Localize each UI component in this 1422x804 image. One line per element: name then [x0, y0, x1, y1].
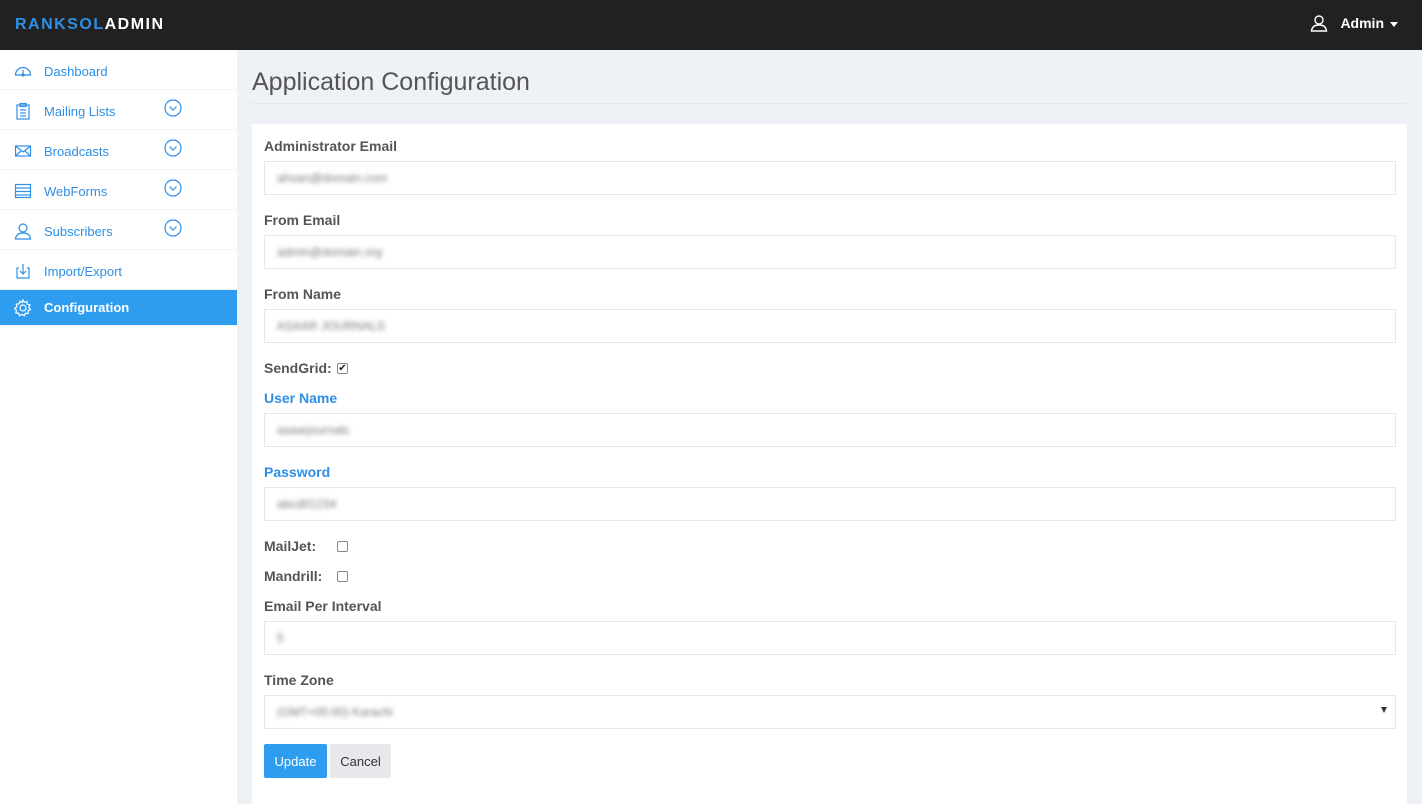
from-name-input[interactable]: ASAAR JOURNALS — [264, 309, 1396, 343]
sidebar-item-broadcasts[interactable]: Broadcasts — [0, 130, 237, 170]
admin-email-value: ahsan@domain.com — [277, 171, 388, 185]
sidebar-item-configuration[interactable]: Configuration — [0, 290, 237, 326]
time-zone-select[interactable]: (GMT+05:00) Karachi — [264, 695, 1396, 729]
time-zone-label: Time Zone — [264, 672, 334, 688]
sidebar-item-label: Broadcasts — [44, 144, 110, 159]
gear-icon — [14, 299, 32, 317]
select-arrow-icon — [1381, 707, 1387, 713]
mandrill-row: Mandrill: — [264, 568, 322, 584]
brand-part1: RANKSOL — [15, 16, 105, 33]
sidebar-item-dashboard[interactable]: Dashboard — [0, 50, 237, 90]
sidebar: Dashboard Mailing Lists Broadcasts WebFo… — [0, 50, 237, 804]
time-zone-value: (GMT+05:00) Karachi — [277, 705, 393, 719]
from-email-value: admin@domain.org — [277, 245, 382, 259]
from-name-label: From Name — [264, 286, 342, 302]
update-button[interactable]: Update — [264, 744, 327, 778]
form-icon — [14, 183, 32, 199]
cancel-button[interactable]: Cancel — [330, 744, 391, 778]
mailjet-row: MailJet: — [264, 538, 316, 554]
from-email-label: From Email — [264, 212, 341, 228]
title-divider — [252, 103, 1407, 104]
page-title: Application Configuration — [252, 68, 530, 96]
password-label: Password — [264, 464, 331, 480]
chevron-down-icon[interactable] — [164, 219, 182, 237]
user-icon — [14, 223, 32, 240]
admin-email-label: Administrator Email — [264, 138, 398, 154]
sidebar-item-label: Dashboard — [44, 64, 108, 79]
user-menu-toggle[interactable]: Admin — [1310, 14, 1398, 32]
sidebar-item-import-export[interactable]: Import/Export — [0, 250, 237, 290]
chevron-down-icon[interactable] — [164, 139, 182, 157]
chevron-down-icon[interactable] — [164, 179, 182, 197]
configuration-form-panel: Administrator Email ahsan@domain.com Fro… — [252, 124, 1407, 804]
chevron-down-icon[interactable] — [164, 99, 182, 117]
sidebar-item-label: Mailing Lists — [44, 104, 116, 119]
email-per-interval-label: Email Per Interval — [264, 598, 382, 614]
sendgrid-row: SendGrid: — [264, 360, 332, 376]
sidebar-item-label: Configuration — [44, 300, 130, 315]
password-value: abcd01234 — [277, 497, 337, 511]
user-name: Admin — [1340, 15, 1384, 31]
from-name-value: ASAAR JOURNALS — [277, 319, 386, 333]
user-name-label: User Name — [264, 390, 338, 406]
dashboard-icon — [14, 66, 32, 77]
from-email-input[interactable]: admin@domain.org — [264, 235, 1396, 269]
sidebar-item-mailing-lists[interactable]: Mailing Lists — [0, 90, 237, 130]
brand-logo[interactable]: RANKSOLADMIN — [15, 16, 165, 34]
top-navbar: RANKSOLADMIN Admin — [0, 0, 1422, 50]
sidebar-item-webforms[interactable]: WebForms — [0, 170, 237, 210]
user-name-input[interactable]: asaarjournals — [264, 413, 1396, 447]
brand-part2: ADMIN — [104, 16, 165, 33]
sidebar-item-label: Import/Export — [44, 264, 123, 279]
sendgrid-checkbox[interactable]: ✔ — [337, 363, 348, 374]
mandrill-label: Mandrill: — [264, 568, 323, 584]
download-icon — [16, 264, 30, 279]
admin-email-input[interactable]: ahsan@domain.com — [264, 161, 1396, 195]
checkmark-icon: ✔ — [338, 362, 347, 374]
envelope-icon — [14, 145, 32, 157]
email-per-interval-input[interactable]: 5 — [264, 621, 1396, 655]
user-name-value: asaarjournals — [277, 423, 350, 437]
caret-down-icon — [1390, 21, 1398, 27]
mailjet-checkbox[interactable] — [337, 541, 348, 552]
sidebar-item-subscribers[interactable]: Subscribers — [0, 210, 237, 250]
sidebar-item-label: Subscribers — [44, 224, 113, 239]
main-content: Application Configuration Administrator … — [237, 50, 1422, 804]
mandrill-checkbox[interactable] — [337, 571, 348, 582]
email-per-interval-value: 5 — [277, 631, 284, 645]
sidebar-item-label: WebForms — [44, 184, 108, 199]
mailjet-label: MailJet: — [264, 538, 317, 554]
password-input[interactable]: abcd01234 — [264, 487, 1396, 521]
sendgrid-label: SendGrid: — [264, 360, 332, 376]
clipboard-icon — [16, 102, 30, 120]
user-icon — [1311, 15, 1328, 32]
